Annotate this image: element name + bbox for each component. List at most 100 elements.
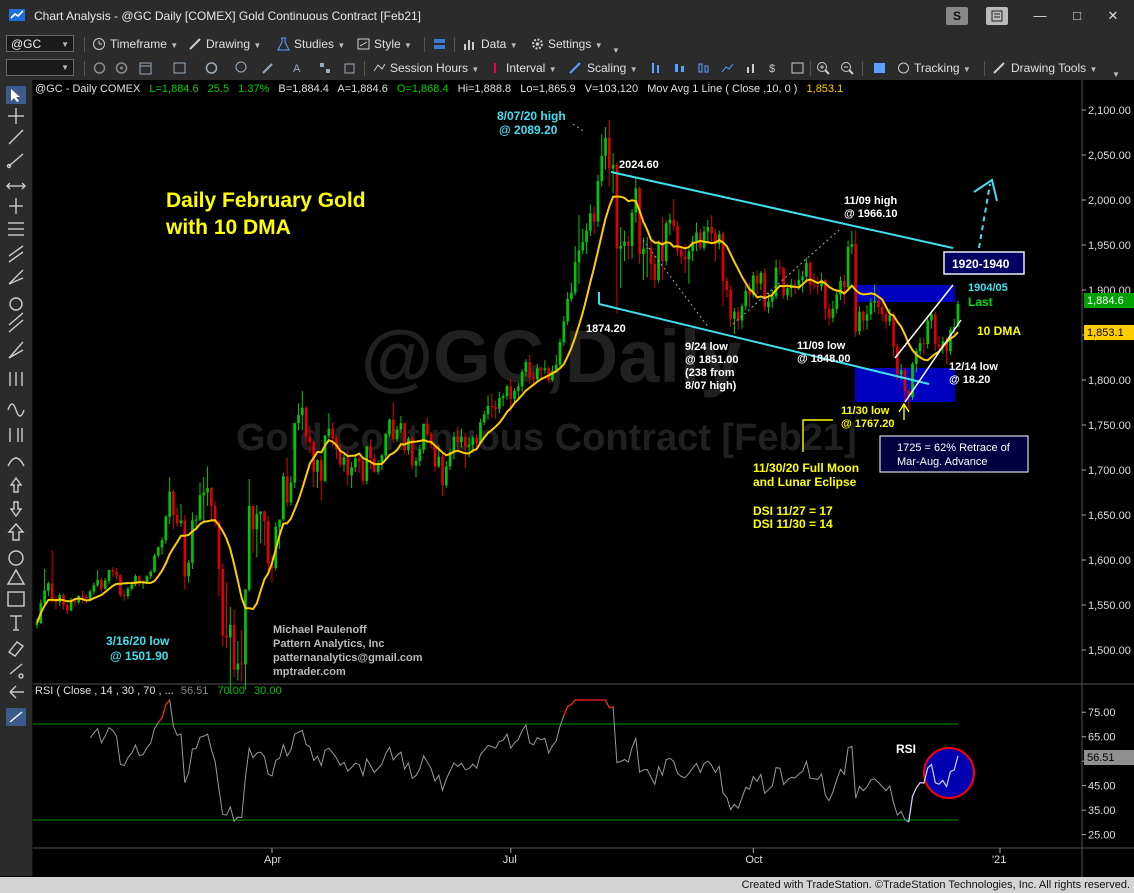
andrews-icon[interactable] — [9, 372, 23, 386]
arrow-up-icon[interactable] — [9, 476, 23, 493]
bar-type-icon[interactable] — [744, 61, 759, 75]
link-icon[interactable] — [114, 61, 129, 75]
candle-body — [733, 311, 736, 319]
minimize-button[interactable]: — — [1029, 6, 1051, 26]
chart-plot-area[interactable]: @GC,Daily Gold Continuous Contract [Feb2… — [33, 80, 1134, 877]
arrow-down-icon[interactable] — [9, 501, 23, 518]
fan-icon[interactable] — [8, 341, 24, 359]
low-0924-note2: 8/07 high) — [685, 380, 737, 392]
pointer-icon[interactable] — [6, 86, 26, 104]
gann-icon[interactable] — [8, 269, 24, 285]
candle-body — [247, 506, 251, 590]
text-icon[interactable]: A — [290, 61, 305, 75]
candle-body — [877, 300, 880, 308]
symbol-input[interactable]: @GC ▼ — [6, 35, 74, 52]
hollow-candle-type-icon[interactable] — [696, 61, 711, 75]
ray-icon[interactable] — [6, 153, 24, 169]
arrow-shape-icon[interactable] — [7, 522, 25, 541]
alert-icon[interactable] — [234, 61, 249, 75]
candle-body — [865, 314, 869, 321]
candle-body — [873, 300, 876, 303]
drawing-pen-icon — [189, 38, 201, 50]
candle-body — [736, 311, 740, 321]
data-menu[interactable]: Data ▼ — [481, 36, 518, 53]
candle-body — [96, 579, 99, 586]
candle-body — [293, 423, 297, 483]
interval-menu[interactable]: Interval ▼ — [506, 60, 557, 77]
rsi-label: RSI ( Close , 14 , 30 , 70 , ... — [35, 685, 174, 697]
style-menu[interactable]: Style ▼ — [374, 36, 412, 53]
zoom-out-icon[interactable] — [840, 61, 855, 75]
candle-body — [217, 522, 221, 569]
candle-body — [103, 580, 107, 589]
close-button[interactable]: ✕ — [1102, 6, 1124, 26]
line-chart-type-icon[interactable] — [720, 61, 735, 75]
candle-body — [354, 458, 357, 468]
candle-body — [145, 576, 149, 583]
triangle-icon[interactable] — [6, 568, 26, 585]
rotate-icon[interactable] — [204, 61, 219, 75]
bar-chart-type-icon[interactable] — [648, 61, 663, 75]
studies-menu[interactable]: Studies ▼ — [294, 36, 345, 53]
session-hours-menu[interactable]: Session Hours ▼ — [390, 60, 479, 77]
rsi-tick-label: 75.00 — [1088, 707, 1116, 719]
vertical-line-icon[interactable] — [9, 198, 23, 214]
drawing-tools-menu[interactable]: Drawing Tools ▼ — [1011, 60, 1097, 77]
candle-body — [702, 231, 706, 248]
candle-body — [630, 212, 634, 246]
eraser-icon[interactable] — [7, 641, 25, 657]
regression-icon[interactable] — [8, 312, 24, 333]
symbol-link-button[interactable]: S — [946, 7, 968, 25]
hand-icon[interactable] — [342, 61, 357, 75]
timeframe-menu[interactable]: Timeframe ▼ — [110, 36, 178, 53]
scaling-menu[interactable]: Scaling ▼ — [587, 60, 638, 77]
timeframe-icon — [93, 38, 105, 50]
author-email: patternanalytics@gmail.com — [273, 652, 423, 664]
candle-body — [858, 311, 861, 332]
candle-body — [331, 428, 334, 439]
horizontal-line-icon[interactable] — [6, 182, 26, 190]
tracking-menu[interactable]: Tracking ▼ — [914, 60, 971, 77]
zoom-chart-icon[interactable] — [172, 61, 187, 75]
refresh-icon[interactable] — [92, 61, 107, 75]
dollar-icon[interactable]: $ — [766, 61, 781, 75]
crosshair-icon[interactable] — [8, 108, 24, 124]
fib-icon[interactable] — [8, 222, 24, 236]
channel-icon[interactable] — [8, 245, 24, 263]
arc-icon[interactable] — [7, 457, 25, 467]
candle-body — [524, 362, 528, 372]
candle-body — [100, 579, 103, 589]
text-tool-icon[interactable] — [10, 615, 22, 631]
grid-icon[interactable] — [318, 61, 333, 75]
time-zone-icon[interactable] — [9, 428, 23, 442]
candle-body — [475, 437, 478, 443]
maximize-button[interactable]: □ — [1066, 6, 1088, 26]
rectangle-icon[interactable] — [7, 591, 25, 607]
edit-icon[interactable] — [260, 61, 275, 75]
zoom-in-icon[interactable] — [816, 61, 831, 75]
price-tick-label: 2,000.00 — [1088, 195, 1131, 207]
candle-body — [426, 424, 429, 434]
trendline-icon[interactable] — [8, 129, 24, 145]
chart-icon[interactable] — [790, 61, 805, 75]
settings-menu[interactable]: Settings ▼ — [548, 36, 603, 53]
speed-lines-icon[interactable] — [9, 297, 23, 311]
candlestick-chart-type-icon[interactable] — [672, 61, 687, 75]
time-tick-label: Jul — [503, 854, 517, 866]
ellipse-icon[interactable] — [8, 550, 24, 566]
candle-body — [259, 511, 262, 515]
calendar-icon[interactable] — [138, 61, 153, 75]
rsi-tick-label: 65.00 — [1088, 732, 1116, 744]
workspace-selector[interactable]: ▼ — [6, 59, 74, 76]
low-1214-label: 12/14 low — [949, 361, 998, 373]
layout-icon[interactable] — [432, 37, 447, 51]
brush-icon[interactable] — [9, 663, 24, 679]
cycle-icon[interactable] — [7, 403, 25, 417]
drawing-menu[interactable]: Drawing ▼ — [206, 36, 261, 53]
data-window-icon[interactable] — [872, 61, 887, 75]
page-link-icon[interactable] — [986, 7, 1008, 25]
magnet-icon[interactable] — [6, 708, 26, 726]
candle-body — [191, 520, 194, 563]
candle-body — [903, 370, 907, 391]
candle-body — [604, 137, 607, 156]
